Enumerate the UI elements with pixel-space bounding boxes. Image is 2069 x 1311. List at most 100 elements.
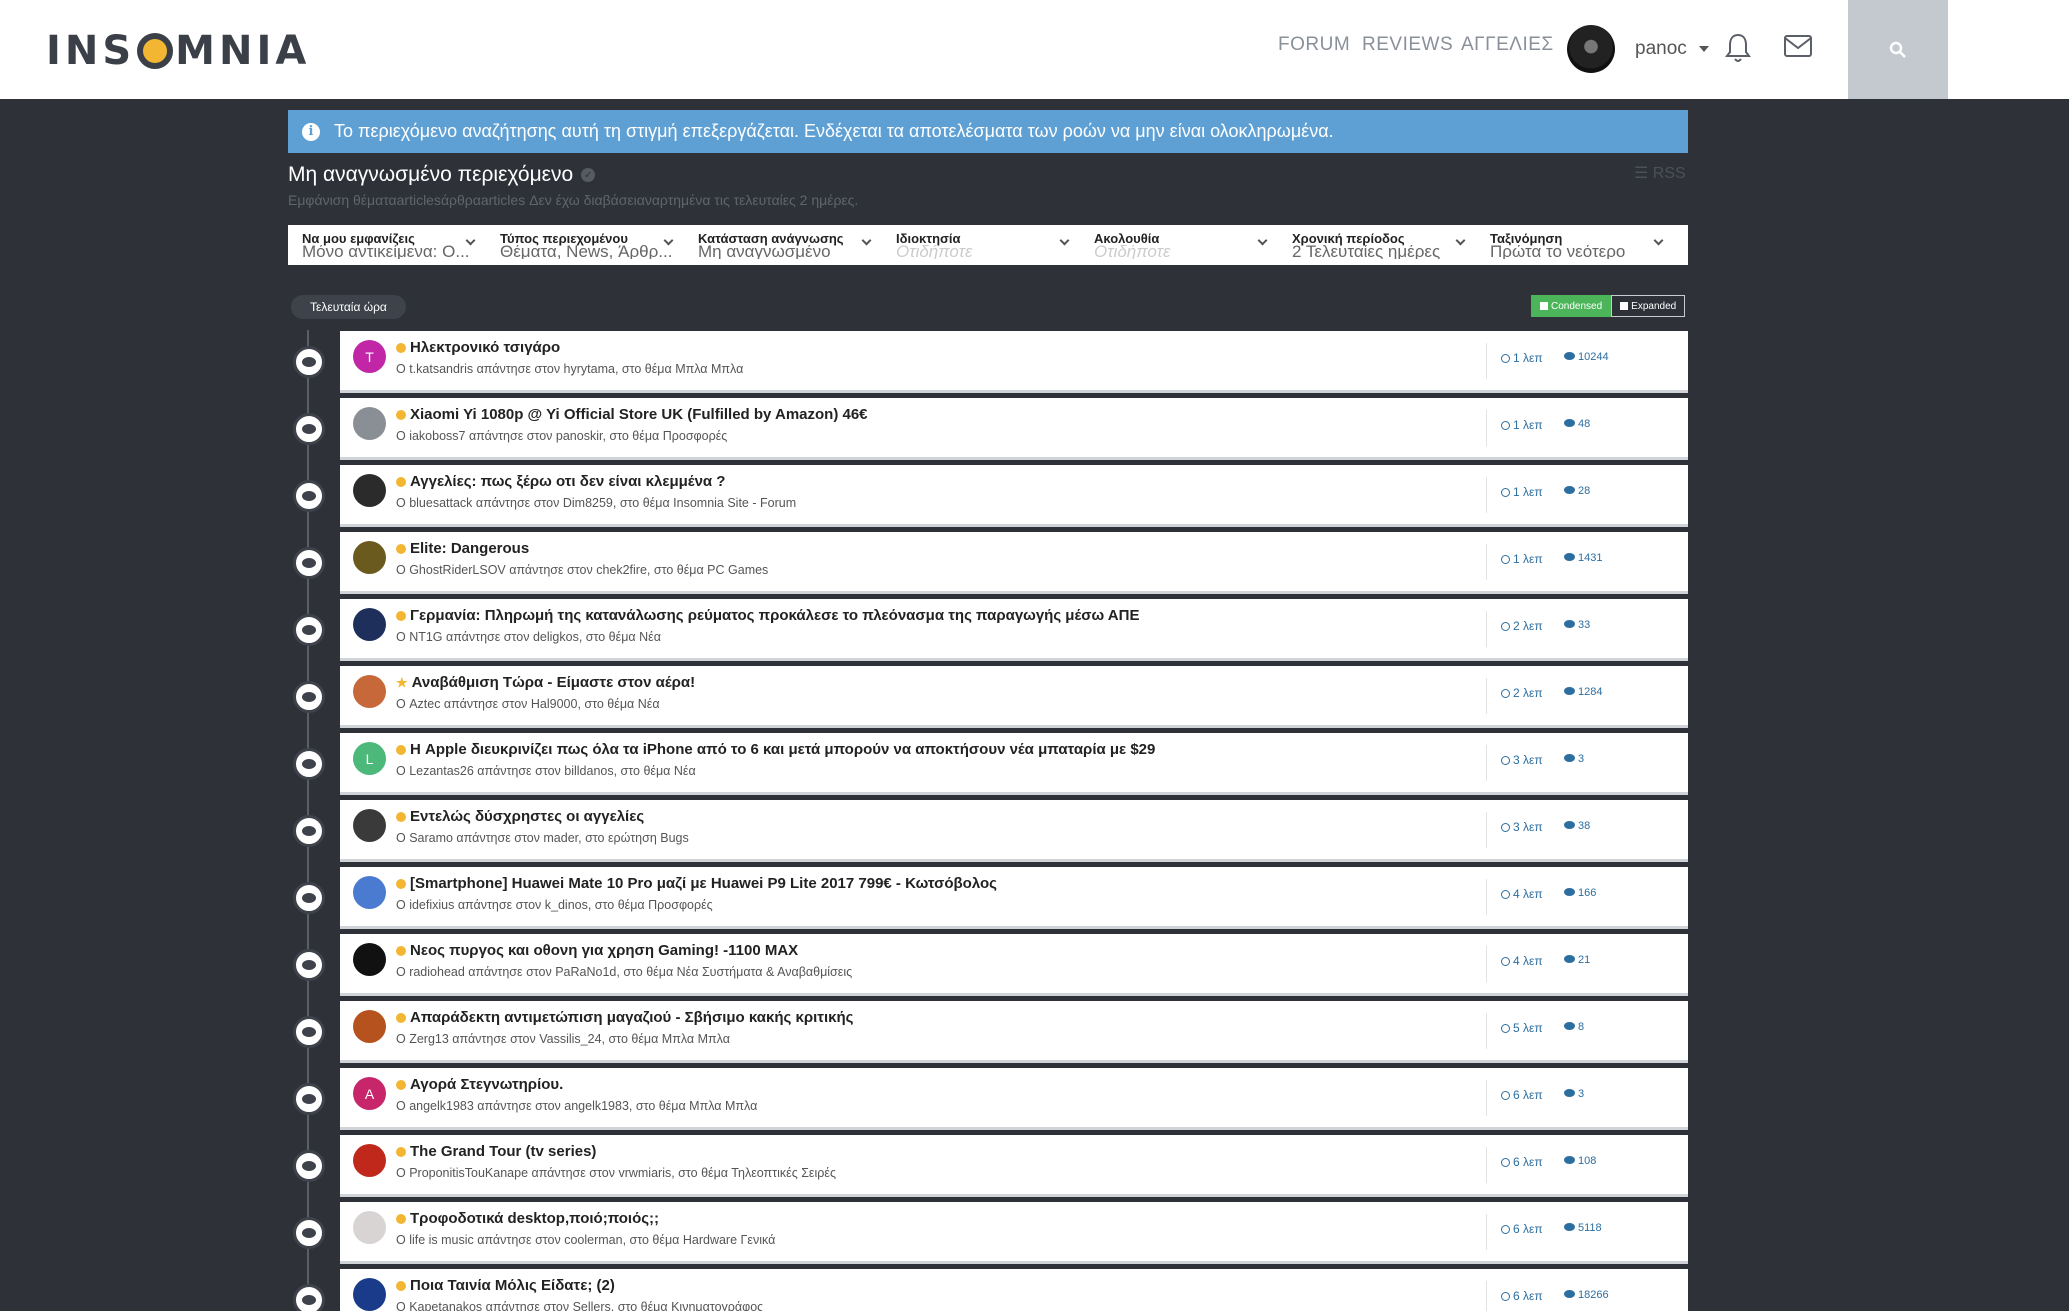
topic-title-link[interactable]: ★ Αναβάθμιση Τώρα - Είμαστε στον αέρα! [396, 674, 695, 691]
filter-show-me[interactable]: Να μου εμφανίζεις Μόνο αντικείμενα: Ο... [288, 225, 486, 265]
reply-count: 21 [1564, 954, 1590, 966]
topic-title-link[interactable]: Αγορά Στεγνωτηρίου. [396, 1076, 563, 1093]
avatar[interactable]: L [353, 742, 386, 775]
list-item[interactable]: Νεος πυργος και οθονη για χρηση Gaming! … [340, 934, 1688, 996]
filter-following[interactable]: Ακολουθία Οτιδήποτε [1080, 225, 1278, 265]
topic-title: Απαράδεκτη αντιμετώπιση μαγαζιού - Σβήσι… [410, 1009, 854, 1026]
bell-icon[interactable] [1724, 32, 1752, 69]
avatar[interactable] [353, 943, 386, 976]
topic-time[interactable]: 2 λεπ [1501, 619, 1543, 633]
topic-title-link[interactable]: The Grand Tour (tv series) [396, 1143, 596, 1160]
topic-title-link[interactable]: Ηλεκτρονικό τσιγάρο [396, 339, 560, 356]
nav-forum[interactable]: FORUM [1278, 34, 1350, 56]
list-item[interactable]: Γερμανία: Πληρωμή της κατανάλωσης ρεύματ… [340, 599, 1688, 661]
filter-sort[interactable]: Ταξινόμηση Πρώτα το νεότερο [1476, 225, 1674, 265]
reply-count: 108 [1564, 1155, 1596, 1167]
topic-time[interactable]: 4 λεπ [1501, 887, 1543, 901]
username: panoc [1635, 38, 1687, 59]
topic-time[interactable]: 6 λεπ [1501, 1155, 1543, 1169]
topic-title-link[interactable]: Τροφοδοτικά desktop,ποιό;ποιός;; [396, 1210, 659, 1227]
topic-time[interactable]: 6 λεπ [1501, 1222, 1543, 1236]
nav-reviews[interactable]: REVIEWS [1362, 34, 1453, 56]
topic-time[interactable]: 3 λεπ [1501, 753, 1543, 767]
divider [1486, 946, 1487, 982]
list-item[interactable]: Ποια Ταινία Μόλις Είδατε; (2) Ο Kapetanak… [340, 1269, 1688, 1311]
comment-icon [1564, 553, 1575, 561]
list-item[interactable]: A Αγορά Στεγνωτηρίου. Ο angelk1983 απάντησ… [340, 1068, 1688, 1130]
avatar[interactable] [353, 876, 386, 909]
time-label: 3 λεπ [1513, 820, 1543, 834]
unread-dot-icon [396, 945, 406, 956]
topic-time[interactable]: 4 λεπ [1501, 954, 1543, 968]
nav-classifieds[interactable]: ΑΓΓΕΛΙΕΣ [1461, 34, 1554, 56]
filter-label: Ταξινόμηση [1490, 231, 1563, 246]
topic-time[interactable]: 2 λεπ [1501, 686, 1543, 700]
topic-title-link[interactable]: Εντελώς δύσχρηστες οι αγγελίες [396, 808, 644, 825]
topic-time[interactable]: 6 λεπ [1501, 1289, 1543, 1303]
list-item[interactable]: Απαράδεκτη αντιμετώπιση μαγαζιού - Σβήσι… [340, 1001, 1688, 1063]
expanded-button[interactable]: Expanded [1611, 295, 1686, 317]
search-icon [1889, 41, 1906, 58]
list-item[interactable]: Elite: Dangerous Ο GhostRiderLSOV απάντησ… [340, 532, 1688, 594]
topic-title-link[interactable]: Η Apple διευκρινίζει πως όλα τα iPhone α… [396, 741, 1155, 758]
topic-title: Xiaomi Yi 1080p @ Yi Official Store UK (… [410, 406, 868, 423]
avatar[interactable] [353, 541, 386, 574]
topic-time[interactable]: 3 λεπ [1501, 820, 1543, 834]
insomnia-logo[interactable]: INS MNIA [46, 28, 310, 74]
avatar[interactable] [353, 1211, 386, 1244]
topic-title-link[interactable]: Γερμανία: Πληρωμή της κατανάλωσης ρεύματ… [396, 607, 1139, 624]
avatar[interactable] [353, 407, 386, 440]
topic-time[interactable]: 1 λεπ [1501, 485, 1543, 499]
avatar[interactable]: A [353, 1077, 386, 1110]
reply-count: 8 [1564, 1021, 1584, 1033]
avatar[interactable] [353, 1010, 386, 1043]
search-button[interactable] [1848, 0, 1948, 99]
list-item[interactable]: Εντελώς δύσχρηστες οι αγγελίες Ο Saramo α… [340, 800, 1688, 862]
list-item[interactable]: Xiaomi Yi 1080p @ Yi Official Store UK (… [340, 398, 1688, 460]
list-item[interactable]: The Grand Tour (tv series) Ο ProponitisTo… [340, 1135, 1688, 1197]
list-item[interactable]: T Ηλεκτρονικό τσιγάρο Ο t.katsandris απάντ… [340, 331, 1688, 393]
topic-time[interactable]: 6 λεπ [1501, 1088, 1543, 1102]
list-item[interactable]: [Smartphone] Huawei Mate 10 Pro μαζί με … [340, 867, 1688, 929]
topic-title-link[interactable]: Αγγελίες: πως ξέρω οτι δεν είναι κλεμμέν… [396, 473, 725, 490]
avatar[interactable]: T [353, 340, 386, 373]
divider [1486, 544, 1487, 580]
topic-reply-info: Ο Saramo απάντησε στον mader, στο ερώτησ… [396, 831, 689, 845]
topic-title-link[interactable]: Απαράδεκτη αντιμετώπιση μαγαζιού - Σβήσι… [396, 1009, 853, 1026]
comment-icon [1564, 486, 1575, 494]
topic-title-link[interactable]: Νεος πυργος και οθονη για χρηση Gaming! … [396, 942, 798, 959]
list-item[interactable]: L Η Apple διευκρινίζει πως όλα τα iPhone … [340, 733, 1688, 795]
topic-time[interactable]: 1 λεπ [1501, 351, 1543, 365]
topic-title-link[interactable]: [Smartphone] Huawei Mate 10 Pro μαζί με … [396, 875, 997, 892]
avatar[interactable] [353, 1278, 386, 1311]
topic-title-link[interactable]: Elite: Dangerous [396, 540, 529, 557]
clock-icon [1501, 957, 1510, 966]
list-item[interactable]: ★ Αναβάθμιση Τώρα - Είμαστε στον αέρα! Ο A… [340, 666, 1688, 728]
filter-read-status[interactable]: Κατάσταση ανάγνωσης Μη αναγνωσμένο [684, 225, 882, 265]
filter-content-type[interactable]: Τύπος περιεχομένου Θέματα, News, Άρθρ... [486, 225, 684, 265]
mail-icon[interactable] [1783, 34, 1813, 63]
clock-icon [1501, 1225, 1510, 1234]
filter-time-period[interactable]: Χρονική περίοδος 2 Τελευταίες ημέρες [1278, 225, 1476, 265]
comment-bubble-icon [293, 547, 325, 579]
topic-time[interactable]: 1 λεπ [1501, 552, 1543, 566]
page-title-text: Μη αναγνωσμένο περιεχόμενο [288, 163, 574, 186]
topic-time[interactable]: 5 λεπ [1501, 1021, 1543, 1035]
avatar[interactable] [353, 809, 386, 842]
check-icon[interactable]: ✓ [581, 168, 596, 182]
topic-time[interactable]: 1 λεπ [1501, 418, 1543, 432]
avatar[interactable] [353, 608, 386, 641]
topic-title-link[interactable]: Ποια Ταινία Μόλις Είδατε; (2) [396, 1277, 615, 1294]
avatar[interactable] [353, 675, 386, 708]
topic-title-link[interactable]: Xiaomi Yi 1080p @ Yi Official Store UK (… [396, 406, 868, 423]
avatar[interactable] [353, 474, 386, 507]
user-menu[interactable]: panoc [1567, 25, 1709, 73]
topic-title: Τροφοδοτικά desktop,ποιό;ποιός;; [410, 1210, 660, 1227]
condensed-button[interactable]: Condensed [1531, 295, 1612, 317]
topic-reply-info: Ο radiohead απάντησε στον PaRaNo1d, στο … [396, 965, 853, 979]
rss-link[interactable]: ☰ RSS [1634, 163, 1686, 183]
avatar[interactable] [353, 1144, 386, 1177]
filter-ownership[interactable]: Ιδιοκτησία Οτιδήποτε [882, 225, 1080, 265]
list-item[interactable]: Τροφοδοτικά desktop,ποιό;ποιός;; Ο life i… [340, 1202, 1688, 1264]
list-item[interactable]: Αγγελίες: πως ξέρω οτι δεν είναι κλεμμέν… [340, 465, 1688, 527]
